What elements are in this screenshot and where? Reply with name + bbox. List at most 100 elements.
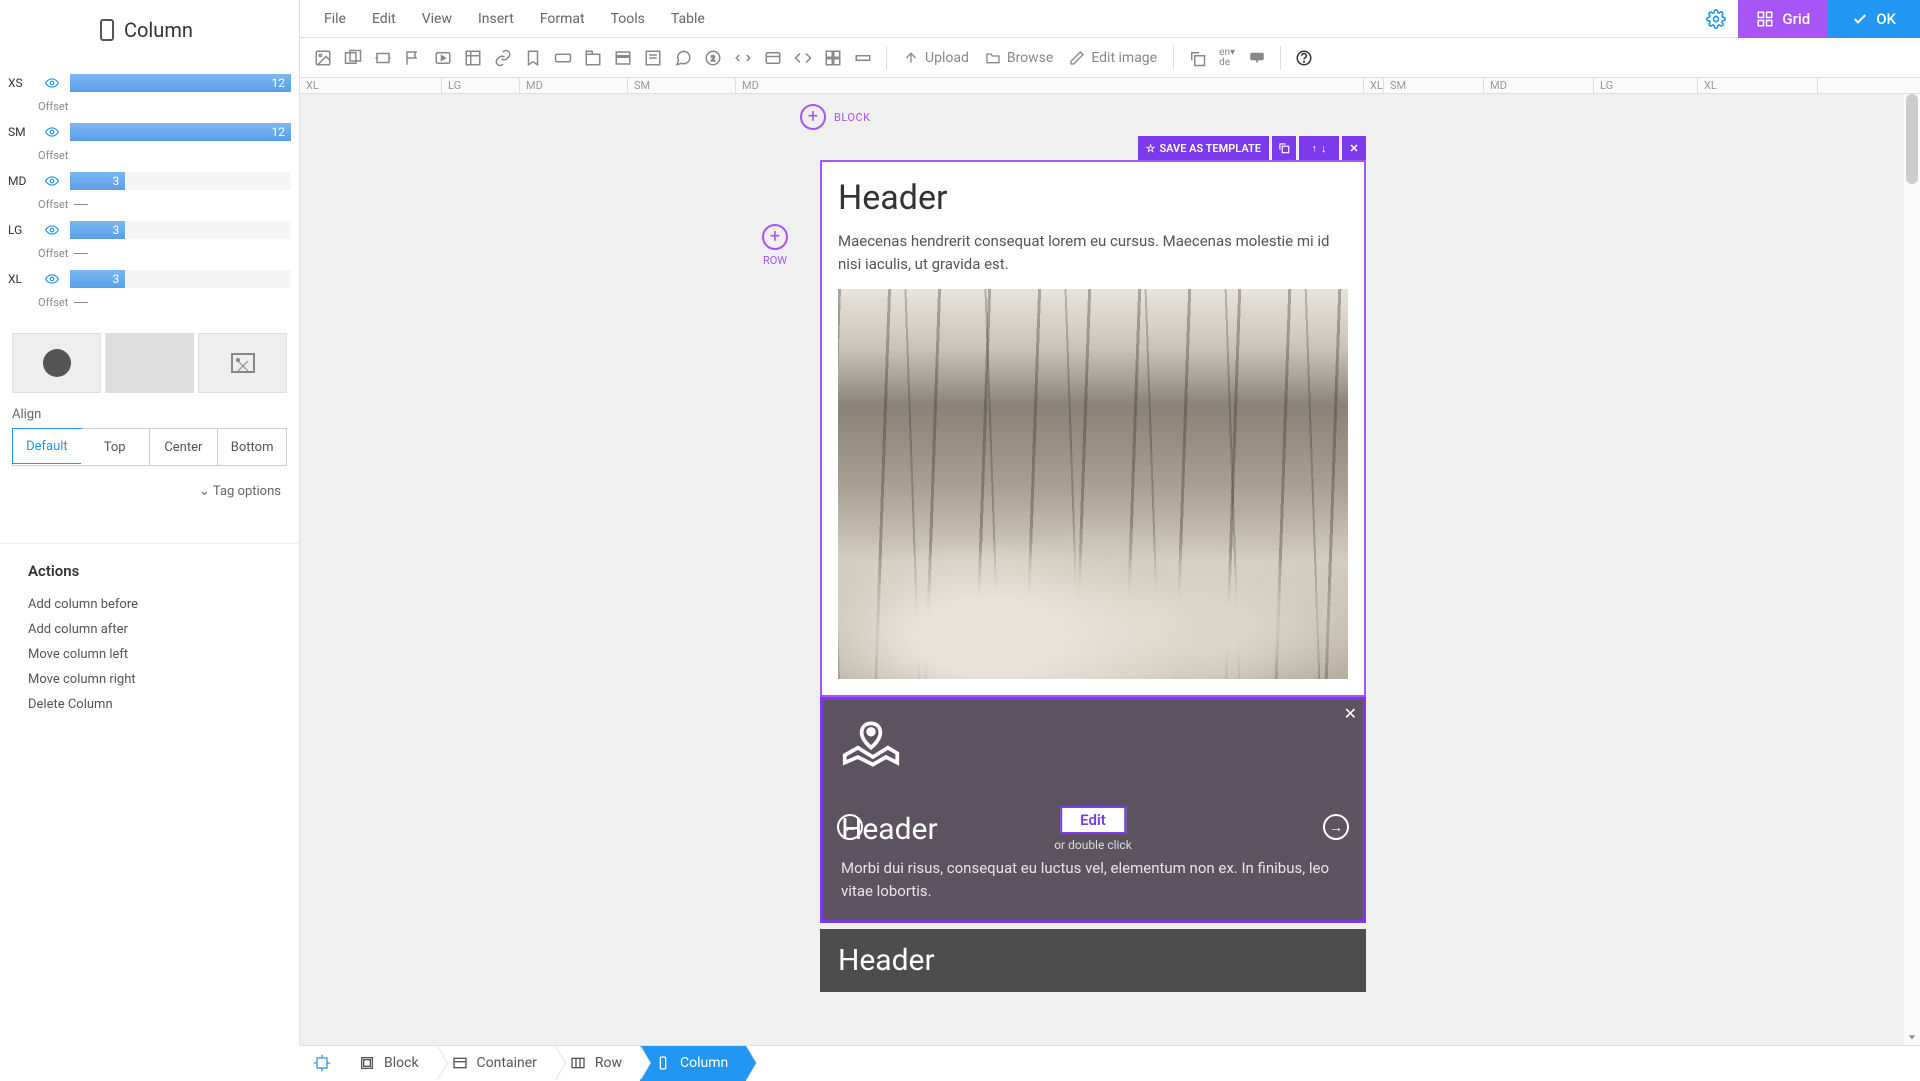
align-default[interactable]: Default — [12, 428, 82, 464]
menu-tools[interactable]: Tools — [599, 3, 657, 35]
content-card-2[interactable]: ✕ ← → Edit or double click Header Morbi … — [820, 697, 1366, 923]
tooltip-tool-icon[interactable] — [1244, 45, 1270, 71]
ok-button[interactable]: OK — [1828, 0, 1920, 38]
align-bottom[interactable]: Bottom — [218, 429, 286, 465]
action-move-column-right[interactable]: Move column right — [28, 667, 271, 692]
tag-options-toggle[interactable]: ⌄ Tag options — [0, 470, 299, 513]
style-tiles — [0, 323, 299, 403]
grid-icon — [1756, 10, 1774, 28]
edit-overlay: Edit or double click — [1054, 806, 1132, 852]
visibility-icon[interactable] — [42, 125, 62, 139]
breadcrumb-column[interactable]: Column — [640, 1046, 746, 1081]
card2-close-button[interactable]: ✕ — [1344, 704, 1357, 723]
align-center[interactable]: Center — [150, 429, 219, 465]
flag-tool-icon[interactable] — [400, 45, 426, 71]
form-tool-icon[interactable] — [640, 45, 666, 71]
scroll-down-icon[interactable] — [1908, 1033, 1916, 1041]
gallery-tool-icon[interactable] — [340, 45, 366, 71]
target-icon — [312, 1053, 332, 1073]
bp-slider[interactable]: 3 — [70, 172, 291, 190]
menu-insert[interactable]: Insert — [466, 3, 526, 35]
folder-icon — [985, 50, 1001, 66]
container-icon — [451, 1055, 469, 1071]
visibility-icon[interactable] — [42, 174, 62, 188]
action-move-column-left[interactable]: Move column left — [28, 642, 271, 667]
help-tool-icon[interactable] — [1291, 45, 1317, 71]
toolbar: 2 Upload Browse Edit image en▾de — [300, 38, 1920, 78]
card-tool-icon[interactable] — [760, 45, 786, 71]
bp-offset: Offset — [38, 296, 295, 309]
delete-button[interactable]: ✕ — [1342, 136, 1366, 160]
action-add-column-before[interactable]: Add column before — [28, 592, 271, 617]
edit-image-button[interactable]: Edit image — [1063, 50, 1163, 66]
table-tool-icon[interactable] — [460, 45, 486, 71]
tile-gradient[interactable] — [105, 333, 194, 393]
canvas[interactable]: + BLOCK + ROW ☆SAVE AS TEMPLATE ↑↓ ✕ Hea… — [300, 94, 1920, 1045]
add-block-button[interactable]: + — [800, 104, 826, 130]
menu-edit[interactable]: Edit — [360, 3, 408, 35]
move-buttons[interactable]: ↑↓ — [1299, 136, 1339, 160]
counter-tool-icon[interactable]: 2 — [700, 45, 726, 71]
row-add-badge: + ROW — [762, 224, 788, 267]
align-top[interactable]: Top — [81, 429, 150, 465]
copy-tool-icon[interactable] — [1184, 45, 1210, 71]
bp-slider[interactable]: 12 — [70, 123, 291, 141]
bookmark-tool-icon[interactable] — [520, 45, 546, 71]
scroll-thumb[interactable] — [1906, 94, 1918, 184]
breadcrumb-container[interactable]: Container — [437, 1046, 555, 1081]
next-button[interactable]: → — [1323, 814, 1349, 840]
bp-slider[interactable]: 12 — [70, 74, 291, 92]
grid-button[interactable]: Grid — [1738, 0, 1828, 38]
video-tool-icon[interactable] — [430, 45, 456, 71]
menu-view[interactable]: View — [410, 3, 464, 35]
action-delete-column[interactable]: Delete Column — [28, 692, 271, 717]
arrow-up-icon: ↑ — [1312, 142, 1318, 155]
slider-tool-icon[interactable] — [370, 45, 396, 71]
upload-button[interactable]: Upload — [897, 50, 975, 66]
visibility-icon[interactable] — [42, 76, 62, 90]
breakpoint-row-xl: XL 3 — [8, 268, 291, 290]
ruler-seg: SM — [628, 78, 736, 93]
code-tool-icon[interactable] — [730, 45, 756, 71]
visibility-icon[interactable] — [42, 223, 62, 237]
language-tool-icon[interactable]: en▾de — [1214, 45, 1240, 71]
content-card-3[interactable]: Header — [820, 929, 1366, 992]
spacer-tool-icon[interactable] — [850, 45, 876, 71]
menu-table[interactable]: Table — [659, 3, 717, 35]
accordion-tool-icon[interactable] — [610, 45, 636, 71]
button-tool-icon[interactable] — [550, 45, 576, 71]
breadcrumb-root[interactable] — [300, 1046, 344, 1081]
settings-button[interactable] — [1694, 0, 1738, 38]
duplicate-button[interactable] — [1272, 136, 1296, 160]
image-tool-icon[interactable] — [310, 45, 336, 71]
star-icon: ☆ — [1146, 142, 1156, 155]
column-icon — [100, 19, 114, 41]
menu-format[interactable]: Format — [528, 3, 597, 35]
visibility-icon[interactable] — [42, 272, 62, 286]
embed-tool-icon[interactable] — [790, 45, 816, 71]
breadcrumb-block[interactable]: Block — [344, 1046, 437, 1081]
content-card-1[interactable]: Header Maecenas hendrerit consequat lore… — [820, 160, 1366, 697]
pencil-icon — [1069, 50, 1085, 66]
bp-slider[interactable]: 3 — [70, 270, 291, 288]
link-tool-icon[interactable] — [490, 45, 516, 71]
tile-image[interactable] — [198, 333, 287, 393]
tile-solid[interactable] — [12, 333, 101, 393]
comment-tool-icon[interactable] — [670, 45, 696, 71]
bp-slider[interactable]: 3 — [70, 221, 291, 239]
breadcrumb-row[interactable]: Row — [555, 1046, 640, 1081]
ruler-seg: LG — [1594, 78, 1698, 93]
prev-button[interactable]: ← — [837, 814, 863, 840]
grid-tool-icon[interactable] — [820, 45, 846, 71]
save-template-button[interactable]: ☆SAVE AS TEMPLATE — [1138, 136, 1269, 160]
action-add-column-after[interactable]: Add column after — [28, 617, 271, 642]
vertical-scrollbar[interactable] — [1904, 94, 1920, 1045]
browse-button[interactable]: Browse — [979, 50, 1059, 66]
upload-icon — [903, 50, 919, 66]
tabs-tool-icon[interactable] — [580, 45, 606, 71]
menu-file[interactable]: File — [312, 3, 358, 35]
add-row-button[interactable]: + — [762, 224, 788, 250]
edit-button[interactable]: Edit — [1060, 806, 1126, 834]
card1-text: Maecenas hendrerit consequat lorem eu cu… — [838, 230, 1348, 275]
breakpoint-row-sm: SM 12 — [8, 121, 291, 143]
